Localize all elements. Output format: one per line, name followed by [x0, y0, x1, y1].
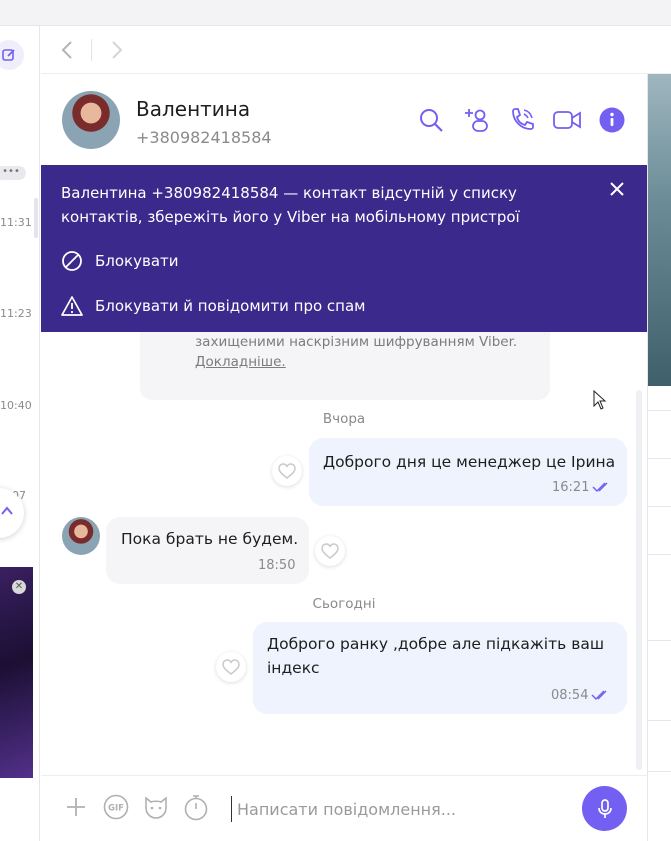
divider — [648, 458, 671, 459]
date-separator: Сьогодні — [312, 596, 376, 612]
divider — [648, 640, 671, 641]
compose-icon[interactable] — [0, 40, 24, 70]
gif-icon[interactable]: GIF — [101, 792, 131, 822]
banner-message: Валентина +380982418584 — контакт відсут… — [61, 184, 520, 226]
contact-photo — [648, 74, 671, 386]
contact-phone: +380982418584 — [136, 128, 272, 147]
selected-chat-indicator — [34, 198, 38, 238]
message-time: 08:54 — [551, 688, 589, 703]
info-icon[interactable] — [597, 105, 627, 135]
contact-avatar[interactable] — [62, 91, 120, 149]
chat-time: 11:23 — [0, 307, 32, 320]
search-icon[interactable] — [416, 105, 446, 135]
message-text: Доброго ранку ,добре але підкажіть ваш і… — [267, 635, 605, 677]
block-button[interactable]: Блокувати — [61, 249, 179, 273]
message-text: Доброго дня це менеджер це Ірина — [323, 453, 616, 471]
warning-icon — [61, 296, 83, 316]
info-panel — [647, 74, 671, 841]
chat-time: 11:31 — [0, 216, 32, 229]
encryption-notice: захищеними наскрізним шифруванням Viber.… — [140, 332, 550, 400]
divider — [648, 554, 671, 555]
message-composer: GIF — [41, 775, 647, 841]
divider — [648, 720, 671, 721]
add-participant-icon[interactable] — [462, 105, 492, 135]
like-icon[interactable] — [315, 536, 345, 566]
mouse-cursor-icon — [593, 390, 607, 410]
window-top-strip — [0, 0, 671, 26]
block-and-report-button[interactable]: Блокувати й повідомити про спам — [61, 294, 366, 318]
video-call-icon[interactable] — [552, 105, 582, 135]
scrollbar[interactable] — [636, 390, 642, 770]
chat-list-panel: ••• 11:31 11:23 10:40 07 ✕ — [0, 26, 40, 841]
chat-time: 10:40 — [0, 399, 32, 412]
microphone-button[interactable] — [582, 786, 627, 831]
timer-icon[interactable] — [181, 792, 211, 822]
sticker-icon[interactable] — [141, 792, 171, 822]
unknown-contact-banner: Валентина +380982418584 — контакт відсут… — [41, 165, 647, 332]
svg-text:GIF: GIF — [108, 804, 124, 814]
back-icon[interactable] — [55, 38, 79, 62]
nav-divider — [91, 39, 92, 61]
message-time: 16:21 — [552, 480, 590, 495]
close-banner-icon[interactable] — [607, 179, 627, 199]
contact-name[interactable]: Валентина — [136, 97, 250, 121]
read-receipt-icon — [591, 690, 607, 701]
like-icon[interactable] — [272, 456, 302, 486]
close-ad-icon[interactable]: ✕ — [12, 580, 26, 594]
message-time: 18:50 — [258, 558, 296, 573]
divider — [648, 506, 671, 507]
block-icon — [62, 251, 82, 271]
call-icon[interactable] — [507, 105, 537, 135]
plus-icon[interactable] — [61, 792, 91, 822]
outgoing-message[interactable]: Доброго ранку ,добре але підкажіть ваш і… — [253, 622, 627, 714]
more-options-icon[interactable]: ••• — [0, 166, 26, 180]
learn-more-link[interactable]: Докладніше. — [195, 352, 517, 372]
like-icon[interactable] — [216, 652, 246, 682]
divider — [648, 410, 671, 411]
block-label: Блокувати — [95, 252, 179, 270]
incoming-message[interactable]: Пока брать не будем. 18:50 — [106, 517, 309, 584]
date-separator: Вчора — [322, 411, 366, 427]
message-input[interactable] — [231, 796, 571, 822]
read-receipt-icon — [592, 482, 608, 493]
conversation-header: Валентина +380982418584 — [41, 75, 647, 165]
block-report-label: Блокувати й повідомити про спам — [95, 297, 366, 315]
forward-icon[interactable] — [105, 38, 129, 62]
message-text: Пока брать не будем. — [121, 530, 299, 548]
message-list[interactable]: захищеними наскрізним шифруванням Viber.… — [41, 332, 647, 775]
sender-avatar[interactable] — [62, 517, 100, 555]
encryption-text: захищеними наскрізним шифруванням Viber. — [195, 334, 518, 350]
advertisement-banner[interactable]: ✕ — [0, 567, 33, 778]
navigation-bar — [41, 26, 671, 74]
microphone-icon — [597, 798, 612, 818]
divider — [648, 771, 671, 772]
outgoing-message[interactable]: Доброго дня це менеджер це Ірина 16:21 — [309, 438, 627, 506]
